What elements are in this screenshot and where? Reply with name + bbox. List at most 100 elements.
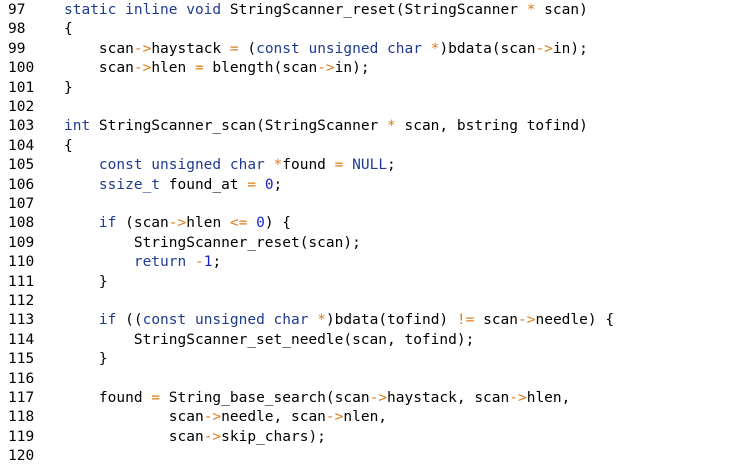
text-token: ) {: [264, 215, 292, 232]
code-line[interactable]: 103 int StringScanner_scan(StringScanner …: [0, 117, 733, 136]
operator-token: ->: [203, 428, 222, 445]
text-token: StringScanner_scan(StringScanner: [90, 118, 388, 135]
operator-token: *: [273, 157, 283, 174]
code-editor[interactable]: 97 static inline void StringScanner_reset…: [0, 0, 733, 465]
line-number: 113: [8, 312, 35, 329]
operator-token: ->: [133, 40, 152, 57]
text-token: (: [238, 40, 257, 57]
code-text[interactable]: StringScanner_reset(scan);: [64, 234, 361, 253]
operator-token: ->: [535, 40, 553, 57]
code-line[interactable]: 109 StringScanner_reset(scan);: [0, 234, 733, 253]
code-line[interactable]: 101}: [0, 79, 733, 98]
operator-token: ->: [317, 60, 335, 77]
text-token: StringScanner_reset(StringScanner: [221, 2, 527, 18]
keyword-token: return: [133, 254, 187, 271]
keyword-token: const unsigned char: [256, 40, 422, 57]
operator-token: !=: [456, 312, 475, 329]
code-text[interactable]: found = String_base_search(scan->haystac…: [64, 389, 570, 408]
operator-token: ->: [203, 409, 222, 426]
text-token: scan): [535, 2, 588, 18]
operator-token: =: [229, 40, 239, 57]
code-line[interactable]: 100 scan->hlen = blength(scan->in);: [0, 59, 733, 78]
operator-token: =: [194, 60, 204, 77]
code-line[interactable]: 112: [0, 292, 733, 311]
code-text[interactable]: scan->haystack = (const unsigned char *)…: [64, 40, 588, 59]
text-token: (scan: [116, 215, 169, 232]
code-text[interactable]: }: [64, 273, 108, 292]
code-line[interactable]: 97 static inline void StringScanner_reset…: [0, 1, 733, 20]
text-token: StringScanner_set_needle(scan, tofind);: [64, 331, 475, 348]
line-number: 112: [8, 293, 35, 309]
text-token: haystack: [151, 40, 230, 57]
operator-token: ->: [509, 390, 527, 406]
text-token: scan: [64, 409, 204, 426]
line-number: 118: [8, 409, 35, 426]
code-text[interactable]: const unsigned char *found = NULL;: [64, 156, 396, 175]
text-token: }: [64, 351, 108, 368]
code-text[interactable]: int StringScanner_scan(StringScanner * s…: [64, 117, 588, 136]
operator-token: ->: [168, 215, 187, 232]
code-line[interactable]: 118 scan->needle, scan->nlen,: [0, 408, 733, 427]
text-token: in);: [552, 40, 588, 57]
code-line[interactable]: 105 const unsigned char *found = NULL;: [0, 156, 733, 175]
code-line[interactable]: 99 scan->haystack = (const unsigned char…: [0, 40, 733, 59]
code-line[interactable]: 119 scan->skip_chars);: [0, 428, 733, 447]
code-line[interactable]: 98 {: [0, 20, 733, 39]
code-line[interactable]: 111 }: [0, 273, 733, 292]
line-number: 104: [8, 137, 35, 154]
operator-token: ->: [133, 60, 152, 77]
text-token: String_base_search(scan: [160, 390, 370, 406]
code-text[interactable]: scan->hlen = blength(scan->in);: [64, 59, 370, 78]
code-line[interactable]: 117 found = String_base_search(scan->hay…: [0, 389, 733, 408]
operator-token: -: [194, 254, 204, 271]
code-text[interactable]: static inline void StringScanner_reset(S…: [64, 1, 588, 20]
code-text[interactable]: {: [64, 20, 73, 39]
code-line[interactable]: 120: [0, 447, 733, 466]
code-line[interactable]: 107: [0, 195, 733, 214]
text-token: blength(scan: [203, 60, 318, 77]
code-text[interactable]: }: [64, 79, 73, 98]
line-number: 108: [8, 215, 35, 232]
line-number: 107: [8, 196, 35, 212]
operator-token: ->: [325, 409, 344, 426]
keyword-token: NULL: [352, 157, 388, 174]
line-number: 103: [8, 118, 35, 135]
text-token: hlen: [186, 215, 230, 232]
code-line[interactable]: 102: [0, 98, 733, 117]
text-token: found: [282, 157, 335, 174]
text-token: scan: [64, 428, 204, 445]
text-token: ;: [273, 176, 283, 193]
code-text[interactable]: {: [64, 137, 73, 156]
code-text[interactable]: }: [64, 350, 108, 369]
line-number: 102: [8, 99, 35, 115]
code-line[interactable]: 115 }: [0, 350, 733, 369]
code-line[interactable]: 106 ssize_t found_at = 0;: [0, 176, 733, 195]
keyword-token: if: [98, 312, 117, 329]
code-text[interactable]: scan->needle, scan->nlen,: [64, 408, 387, 427]
code-line[interactable]: 104 {: [0, 137, 733, 156]
code-text[interactable]: StringScanner_set_needle(scan, tofind);: [64, 331, 474, 350]
code-line[interactable]: 110 return -1;: [0, 253, 733, 272]
text-token: found_at: [160, 176, 248, 193]
code-text[interactable]: scan->skip_chars);: [64, 428, 326, 447]
text-token: }: [64, 79, 73, 96]
code-text[interactable]: ssize_t found_at = 0;: [64, 176, 282, 195]
code-text[interactable]: if ((const unsigned char *)bdata(tofind)…: [64, 311, 614, 330]
code-line[interactable]: 114 StringScanner_set_needle(scan, tofin…: [0, 331, 733, 350]
code-line[interactable]: 113 if ((const unsigned char *)bdata(tof…: [0, 311, 733, 330]
text-token: )bdata(tofind): [325, 312, 457, 329]
code-line[interactable]: 108 if (scan->hlen <= 0) {: [0, 214, 733, 233]
keyword-token: ssize_t: [98, 176, 161, 193]
code-text[interactable]: return -1;: [64, 253, 221, 272]
code-text[interactable]: if (scan->hlen <= 0) {: [64, 214, 291, 233]
line-number: 114: [8, 331, 35, 348]
text-token: scan, bstring tofind): [395, 118, 588, 135]
number-token: 0: [264, 176, 274, 193]
code-line[interactable]: 116: [0, 370, 733, 389]
operator-token: *: [387, 118, 396, 135]
